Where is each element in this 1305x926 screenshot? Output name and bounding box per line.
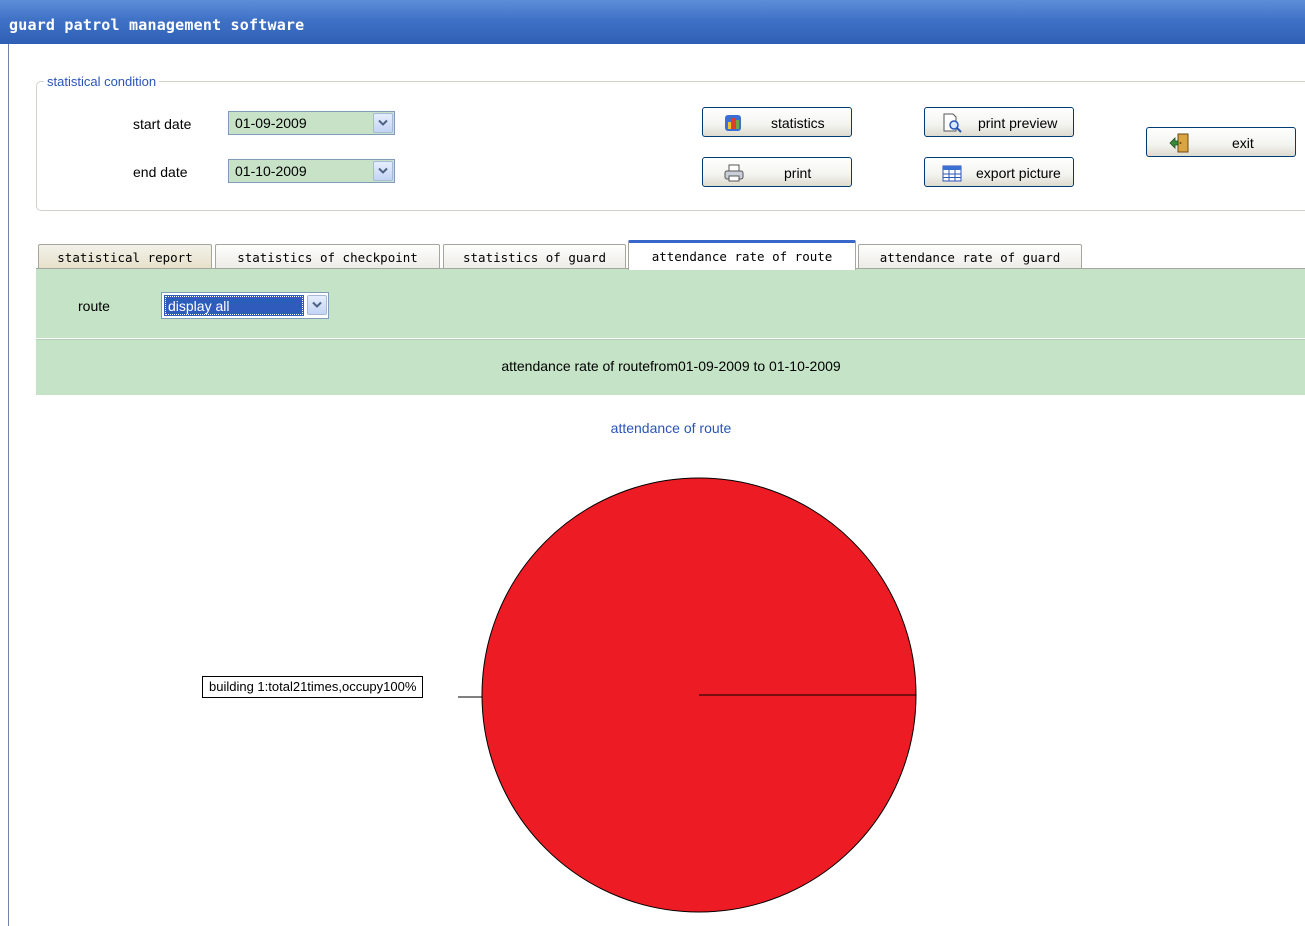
pie-chart xyxy=(458,477,917,913)
tab-attendance-rate-of-route-label: attendance rate of route xyxy=(651,249,833,264)
slice-data-label: building 1:total21times,occupy100% xyxy=(202,676,424,698)
tab-attendance-rate-of-route[interactable]: attendance rate of route xyxy=(628,240,856,270)
